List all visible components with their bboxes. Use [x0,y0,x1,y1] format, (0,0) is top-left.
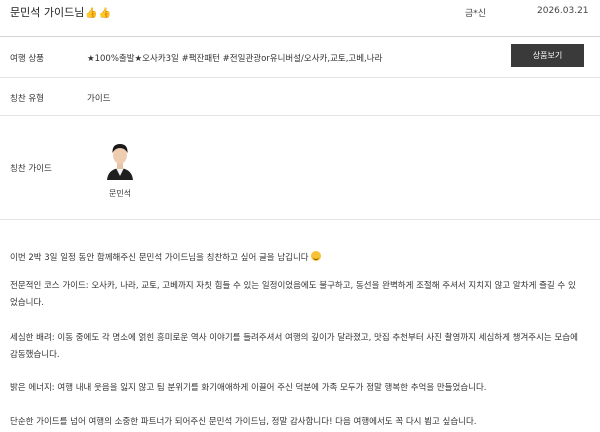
product-row: 여행 상품 ★100%출발★오사카3일 #팩잔패턴 #전일관광or유니버설/오사… [0,37,600,78]
praise-guide-label: 칭찬 가이드 [10,164,52,174]
review-paragraph: 단순한 가이드를 넘어 여행의 소중한 파트너가 되어주신 문민석 가이드님, … [10,417,477,427]
review-header: 문민석 가이드님👍👍 금*신 2026.03.21 [0,0,600,26]
author-name: 금*신 [465,9,487,19]
review-info-table: 여행 상품 ★100%출발★오사카3일 #팩잔패턴 #전일관광or유니버설/오사… [0,36,600,220]
review-title-text: 문민석 가이드님 [10,6,85,19]
thumbs-up-icon: 👍 [98,8,112,19]
praise-type-row: 칭찬 유형 가이드 [0,78,600,116]
product-label: 여행 상품 [10,54,44,64]
post-date: 2026.03.21 [537,6,589,16]
praise-type-value: 가이드 [87,94,111,104]
review-paragraph-text: 이번 2박 3일 일정 동안 함께해주신 문민석 가이드님을 칭찬하고 싶어 글… [10,253,309,263]
smile-icon [310,251,321,261]
review-paragraph: 밝은 에너지: 여행 내내 웃음을 잃지 않고 팀 분위기를 화기애애하게 이끌… [10,383,487,393]
guide-name: 문민석 [108,189,132,198]
review-paragraph: 이번 2박 3일 일정 동안 함께해주신 문민석 가이드님을 칭찬하고 싶어 글… [10,250,321,267]
review-title: 문민석 가이드님👍👍 [10,4,111,20]
review-paragraph: 세심한 배려: 이동 중에도 각 명소에 얽힌 흥미로운 역사 이야기를 들려주… [10,333,578,360]
thumbs-up-icon: 👍 [85,8,98,19]
guide-avatar [104,138,136,180]
product-value: ★100%출발★오사카3일 #팩잔패턴 #전일관광or유니버설/오사카,교토,고… [87,54,383,64]
praise-guide-row: 칭찬 가이드 문민석 [0,116,600,220]
view-product-button[interactable]: 상품보기 [511,44,584,67]
review-paragraph: 전문적인 코스 가이드: 오사카, 나라, 교토, 고베까지 자칫 힘들 수 있… [10,281,576,308]
praise-type-label: 칭찬 유형 [10,94,44,104]
